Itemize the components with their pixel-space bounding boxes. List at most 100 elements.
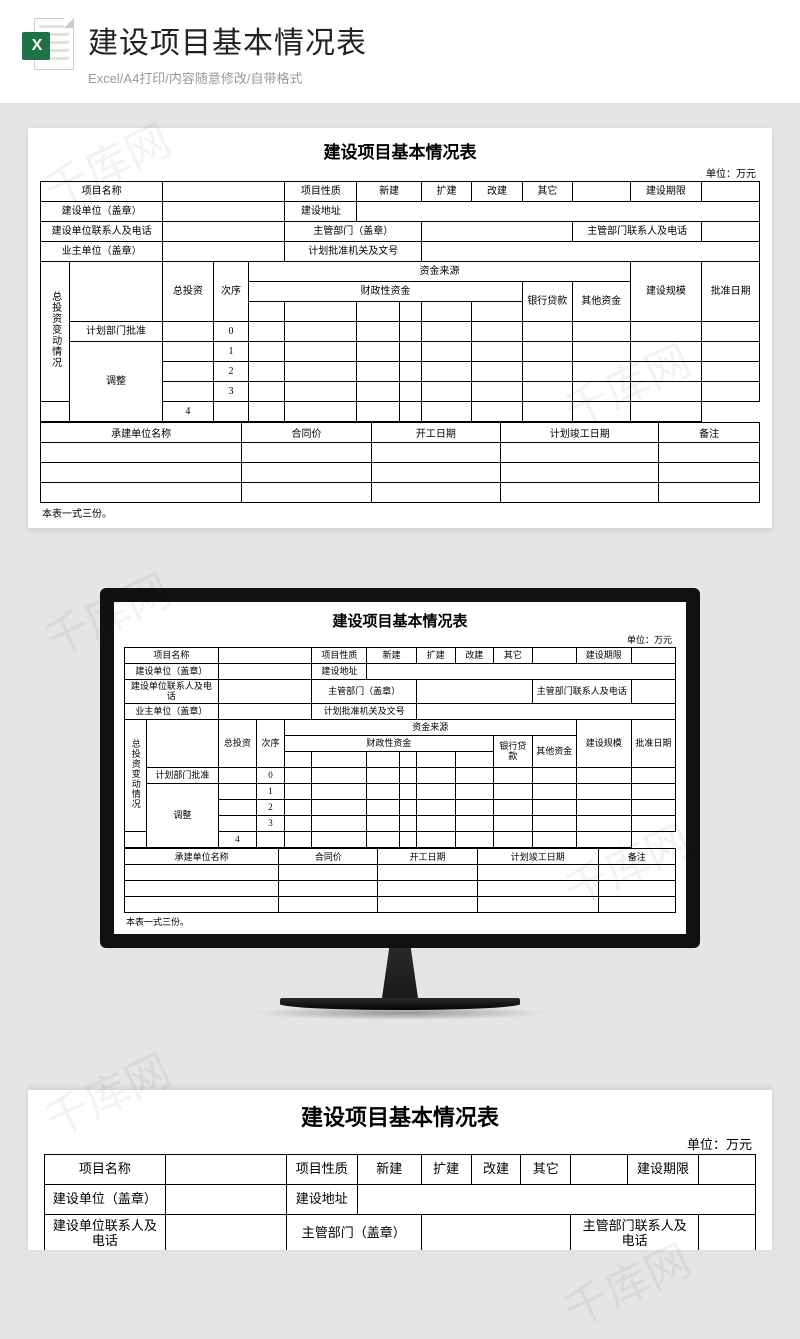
label-approve-date: 批准日期 [702, 262, 760, 322]
page-title: 建设项目基本情况表 [88, 18, 367, 62]
label-project-name: 项目名称 [41, 182, 163, 202]
cell-empty [400, 402, 422, 422]
cell-empty [422, 402, 472, 422]
page-header: X 建设项目基本情况表 Excel/A4打印/内容随意修改/自带格式 [0, 0, 800, 104]
cell-empty [41, 463, 242, 483]
template-preview-cropped: 建设项目基本情况表 单位：万元 项目名称 项目性质新建 扩建改建 其它 建设期限… [28, 1090, 772, 1250]
cell-empty [522, 342, 572, 362]
cell-empty [213, 402, 249, 422]
label-total-invest: 总投资 [163, 262, 213, 322]
monitor-shadow [250, 1006, 550, 1020]
cell-empty [285, 382, 357, 402]
cell-empty [630, 402, 702, 422]
label-build-period: 建设期限 [630, 182, 702, 202]
form-title: 建设项目基本情况表 [44, 1100, 756, 1132]
template-preview-card: 建设项目基本情况表 单位：万元 项目名称 项目性质 新建 扩建 改建 其它 建设… [28, 128, 772, 528]
form-title: 建设项目基本情况表 [40, 138, 760, 163]
seq-2: 2 [213, 362, 249, 382]
label-kuojian: 扩建 [422, 182, 472, 202]
cell-empty [572, 342, 630, 362]
cell-empty [702, 342, 760, 362]
label-xinji: 新建 [357, 182, 422, 202]
cell-empty [285, 402, 357, 422]
label-plan-finish: 计划竣工日期 [501, 423, 659, 443]
unit-label: 单位：万元 [40, 165, 760, 180]
label-plan-approval: 计划批准机关及文号 [285, 242, 422, 262]
cell-empty [472, 362, 522, 382]
label-seq: 次序 [213, 262, 249, 322]
cell-empty [285, 342, 357, 362]
label-mgr-contact: 主管部门联系人及电话 [572, 222, 701, 242]
cell-empty [249, 402, 285, 422]
cell-empty [41, 402, 70, 422]
label-gaijian: 改建 [472, 182, 522, 202]
unit-label: 单位：万元 [44, 1134, 756, 1153]
cell-empty [371, 443, 500, 463]
cell-empty [357, 362, 400, 382]
form-table-lower: 承建单位名称 合同价 开工日期 计划竣工日期 备注 [40, 422, 760, 503]
label-build-addr: 建设地址 [285, 202, 357, 222]
form-title: 建设项目基本情况表 [124, 610, 676, 631]
seq-1: 1 [213, 342, 249, 362]
cell-empty [472, 402, 522, 422]
unit-label: 单位：万元 [124, 633, 676, 646]
form-table-upper-mini: 项目名称 项目性质新建 扩建改建 其它 建设期限 建设单位（盖章）建设地址 建设… [124, 647, 676, 848]
cell-empty [572, 382, 630, 402]
label-scale: 建设规模 [630, 262, 702, 322]
cell-empty [400, 322, 422, 342]
cell-empty [163, 242, 285, 262]
page-subtitle: Excel/A4打印/内容随意修改/自带格式 [88, 68, 367, 87]
cell-empty [242, 483, 371, 503]
cell-empty [371, 463, 500, 483]
cell-empty [422, 322, 472, 342]
monitor-stand [355, 948, 445, 998]
cell-empty [422, 382, 472, 402]
cell-empty [522, 362, 572, 382]
cell-empty [522, 402, 572, 422]
cell-empty [285, 362, 357, 382]
cell-empty [357, 322, 400, 342]
cell-empty [422, 362, 472, 382]
cell-empty [572, 182, 630, 202]
cell-empty [702, 362, 760, 382]
cell-empty [163, 342, 213, 362]
label-fiscal-fund: 财政性资金 [249, 282, 522, 302]
seq-3: 3 [213, 382, 249, 402]
cell-empty [522, 322, 572, 342]
cell-empty [69, 262, 162, 322]
cell-empty [242, 443, 371, 463]
cell-empty [472, 322, 522, 342]
cell-empty [249, 302, 285, 322]
cell-empty [357, 202, 760, 222]
label-project-nature: 项目性质 [285, 182, 357, 202]
cell-empty [422, 242, 760, 262]
cell-empty [472, 382, 522, 402]
cell-empty [41, 483, 242, 503]
label-invest-side: 总投资变动情况 [41, 262, 70, 402]
cell-empty [702, 182, 760, 202]
excel-badge-letter: X [22, 32, 50, 60]
seq-0: 0 [213, 322, 249, 342]
cell-empty [249, 362, 285, 382]
cell-empty [472, 342, 522, 362]
cell-empty [41, 443, 242, 463]
cell-empty [702, 322, 760, 342]
cell-empty [659, 463, 760, 483]
cell-empty [400, 382, 422, 402]
cell-empty [400, 342, 422, 362]
cell-empty [249, 322, 285, 342]
cell-empty [630, 362, 702, 382]
cell-empty [163, 182, 285, 202]
cell-empty [357, 302, 400, 322]
cell-empty [400, 362, 422, 382]
cell-empty [357, 382, 400, 402]
label-other-fund: 其他资金 [572, 282, 630, 322]
label-build-contact: 建设单位联系人及电话 [41, 222, 163, 242]
monitor-screen: 建设项目基本情况表 单位：万元 项目名称 项目性质新建 扩建改建 其它 建设期限… [100, 588, 700, 948]
label-remark: 备注 [659, 423, 760, 443]
label-adjust: 调整 [69, 342, 162, 422]
cell-empty [163, 362, 213, 382]
cell-empty [371, 483, 500, 503]
cell-empty [572, 362, 630, 382]
cell-empty [357, 342, 400, 362]
